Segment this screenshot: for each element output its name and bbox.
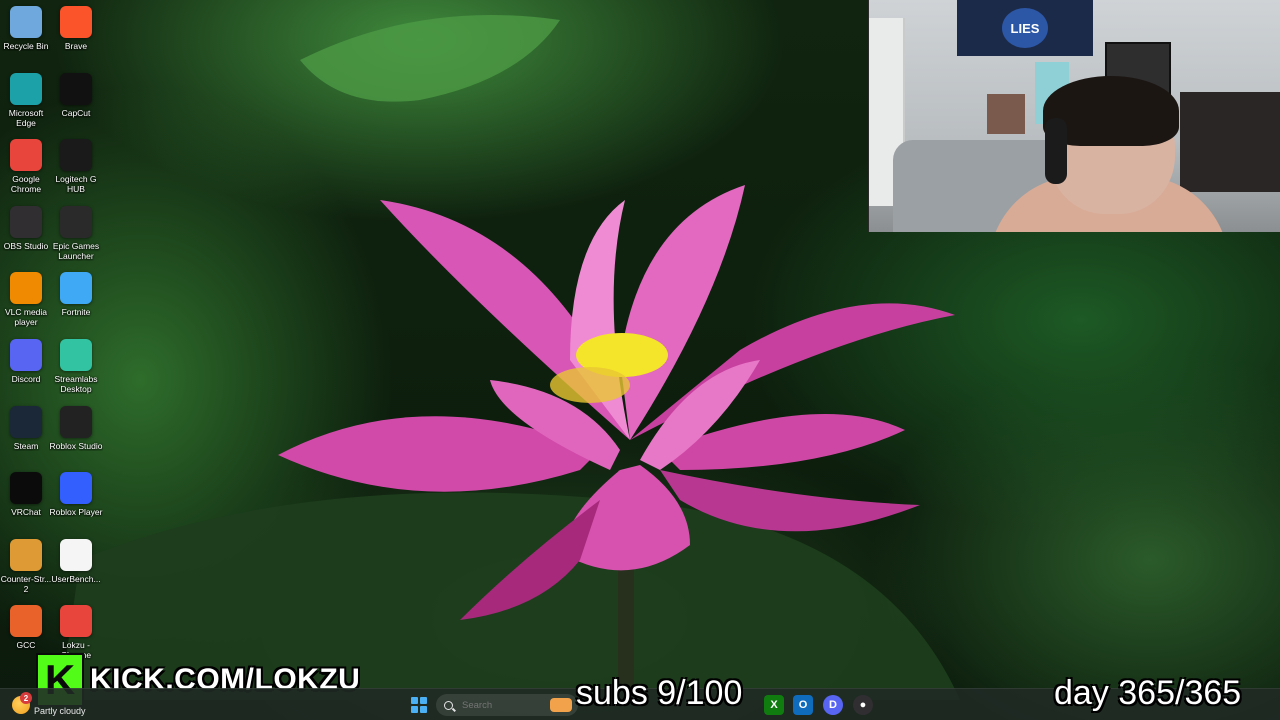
desktop-icon-label: Microsoft Edge (8, 107, 44, 128)
vlc-icon (10, 272, 42, 305)
capcut-icon (60, 72, 92, 105)
desktop-icon-edge[interactable]: Microsoft Edge (0, 72, 52, 133)
webcam-poster: LIES (957, 0, 1093, 56)
streamlabs-icon (60, 339, 92, 371)
fortnite-icon (60, 272, 92, 305)
desktop-icon-label: Counter-Str... 2 (0, 573, 52, 594)
obs-taskbar-icon[interactable]: ● (853, 695, 873, 715)
desktop-icon-logitech-ghub[interactable]: Logitech G HUB (50, 139, 102, 199)
desktop-icon-label: Streamlabs Desktop (54, 374, 98, 394)
vrchat-icon (10, 472, 42, 505)
search-icon (444, 700, 453, 710)
desktop-icon-streamlabs[interactable]: Streamlabs Desktop (50, 339, 102, 399)
counter-strike-icon (10, 538, 42, 571)
subs-counter: subs 9/100 (576, 674, 743, 712)
recycle-bin-icon (10, 6, 42, 38)
roblox-studio-icon (60, 405, 92, 438)
desktop-icon-steam[interactable]: Steam (0, 405, 52, 466)
weather-icon: 2 (12, 692, 32, 714)
logitech-ghub-icon (60, 139, 92, 172)
roblox-player-icon (60, 472, 92, 505)
day-counter: day 365/365 (1054, 674, 1242, 712)
desktop-icon-fortnite[interactable]: Fortnite (50, 272, 102, 332)
epic-games-icon (60, 205, 92, 238)
desktop-icon-label: Discord (11, 374, 41, 384)
desktop-icon-vrchat[interactable]: VRChat (0, 472, 52, 532)
discord-taskbar-icon[interactable]: D (823, 695, 843, 715)
chrome-icon (10, 139, 42, 172)
desktop-icon-label: VLC media player (4, 307, 48, 328)
desktop-icon-userbenchmark[interactable]: UserBench... (50, 538, 102, 599)
desktop-icon-label: Roblox Player (49, 507, 103, 518)
desktop-icon-vlc[interactable]: VLC media player (0, 272, 52, 332)
webcam-bed-frame (1180, 92, 1280, 192)
weather-badge: 2 (20, 692, 32, 704)
desktop-icon-epic-games[interactable]: Epic Games Launcher (50, 205, 102, 266)
windows-start-icon (411, 697, 427, 713)
weather-widget[interactable]: 2 Partly cloudy (12, 692, 92, 718)
desktop-icon-label: Steam (13, 440, 39, 451)
desktop-icon-chrome[interactable]: Google Chrome (0, 139, 52, 199)
webcam-overlay: LIES (868, 0, 1280, 232)
desktop-icon-label: Logitech G HUB (55, 174, 97, 195)
search-input[interactable] (462, 699, 542, 711)
desktop-icon-label: VRChat (11, 507, 41, 518)
userbenchmark-icon (60, 538, 92, 571)
desktop-icon-label: Brave (64, 41, 88, 51)
chrome-profile-icon (60, 605, 92, 638)
edge-icon (10, 72, 42, 105)
desktop-icon-label: Fortnite (61, 307, 91, 318)
desktop-icon-label: Google Chrome (10, 174, 42, 195)
steam-icon (10, 405, 42, 438)
desktop-icon-capcut[interactable]: CapCut (50, 72, 102, 133)
start-button[interactable] (408, 694, 430, 716)
search-highlight-icon (550, 698, 572, 712)
desktop-icon-label: Recycle Bin (3, 41, 49, 51)
desktop-icon-recycle-bin[interactable]: Recycle Bin (0, 6, 52, 66)
desktop-icon-counter-strike[interactable]: Counter-Str... 2 (0, 538, 52, 599)
headset-icon (1045, 118, 1067, 184)
outlook-icon[interactable]: O (793, 695, 813, 715)
desktop-icon-label: OBS Studio (3, 240, 49, 251)
weather-text: Partly cloudy (34, 706, 86, 716)
desktop-icon-obs[interactable]: OBS Studio (0, 205, 52, 266)
discord-icon (10, 339, 42, 371)
desktop-icon-brave[interactable]: Brave (50, 6, 102, 66)
xbox-icon[interactable]: X (764, 695, 784, 715)
desktop-icon-label: Roblox Studio (49, 440, 103, 451)
desktop-icon-label: GCC (16, 640, 36, 651)
desktop-icon-roblox-studio[interactable]: Roblox Studio (49, 405, 103, 466)
desktop-icon-label: UserBench... (51, 573, 101, 584)
desktop-icon-label: Epic Games Launcher (52, 240, 100, 261)
gcc-icon (10, 605, 42, 638)
brave-icon (60, 6, 92, 38)
webcam-poster-globe: LIES (1002, 8, 1048, 48)
desktop-icon-roblox-player[interactable]: Roblox Player (50, 472, 102, 532)
taskbar-search[interactable] (436, 694, 578, 716)
obs-icon (10, 205, 42, 238)
webcam-photo (987, 94, 1025, 134)
desktop-icon-discord[interactable]: Discord (0, 339, 52, 399)
desktop-icon-label: CapCut (61, 107, 91, 118)
